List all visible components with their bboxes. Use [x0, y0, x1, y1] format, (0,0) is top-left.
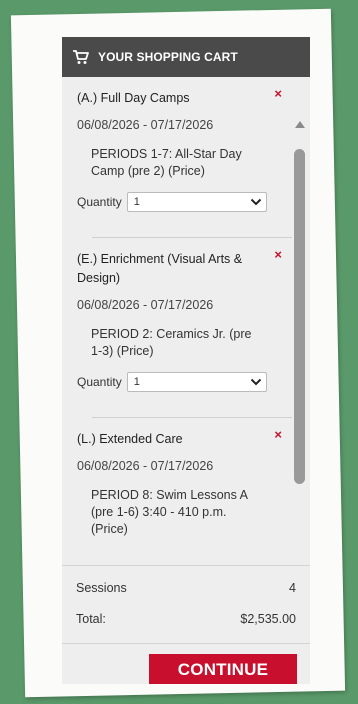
quantity-label: Quantity — [77, 195, 122, 209]
remove-item-button[interactable]: × — [274, 247, 282, 262]
cart-item-dates: 06/08/2026 - 07/17/2026 — [77, 298, 214, 312]
scrollbar-thumb[interactable] — [294, 149, 305, 484]
cart-footer: CONTINUE — [62, 643, 310, 684]
scrollbar[interactable] — [294, 121, 306, 600]
quantity-value: 1 — [133, 196, 140, 208]
cart-header: YOUR SHOPPING CART — [62, 37, 310, 77]
cart-item-title: (L.) Extended Care — [77, 432, 183, 446]
total-amount: $2,535.00 — [240, 612, 296, 626]
quantity-select[interactable]: 1 — [126, 372, 267, 392]
cart-item-title: (A.) Full Day Camps — [77, 91, 190, 105]
cart-item: (E.) Enrichment (Visual Arts & Design) ×… — [62, 238, 292, 418]
cart-summary: Sessions 4 Total: $2,535.00 — [62, 565, 310, 626]
quantity-label: Quantity — [77, 375, 122, 389]
cart-items-scroll-area[interactable]: (A.) Full Day Camps × 06/08/2026 - 07/17… — [62, 77, 310, 600]
cart-icon — [73, 50, 89, 64]
cart-item-period: PERIODS 1-7: All-Star Day Camp (pre 2) (… — [91, 147, 242, 178]
cart-item-dates: 06/08/2026 - 07/17/2026 — [77, 118, 214, 132]
sessions-label: Sessions — [76, 581, 127, 595]
remove-item-button[interactable]: × — [274, 86, 282, 101]
quantity-row: Quantity 1 — [77, 372, 292, 392]
cart-item-period: PERIOD 2: Ceramics Jr. (pre 1-3) (Price) — [91, 327, 252, 358]
quantity-value: 1 — [133, 376, 140, 388]
total-row: Total: $2,535.00 — [62, 612, 310, 626]
remove-item-button[interactable]: × — [274, 427, 282, 442]
chevron-down-icon — [250, 198, 261, 206]
cart-item-period: PERIOD 8: Swim Lessons A (pre 1-6) 3:40 … — [91, 488, 248, 536]
sessions-count: 4 — [289, 581, 296, 595]
scroll-up-arrow-icon[interactable] — [295, 121, 305, 128]
continue-button[interactable]: CONTINUE — [149, 654, 297, 684]
cart-item: (A.) Full Day Camps × 06/08/2026 - 07/17… — [62, 77, 292, 238]
quantity-row: Quantity 1 — [77, 192, 292, 212]
cart-item-title: (E.) Enrichment (Visual Arts & Design) — [77, 252, 243, 285]
sessions-row: Sessions 4 — [62, 581, 310, 595]
quantity-select[interactable]: 1 — [126, 192, 267, 212]
cart-item-dates: 06/08/2026 - 07/17/2026 — [77, 459, 214, 473]
cart-title: YOUR SHOPPING CART — [98, 50, 238, 64]
chevron-down-icon — [250, 378, 261, 386]
cart-items-list: (A.) Full Day Camps × 06/08/2026 - 07/17… — [62, 77, 292, 538]
shopping-cart-panel: YOUR SHOPPING CART (A.) Full Day Camps ×… — [62, 37, 310, 684]
cart-item: (L.) Extended Care × 06/08/2026 - 07/17/… — [62, 418, 292, 538]
total-label: Total: — [76, 612, 106, 626]
